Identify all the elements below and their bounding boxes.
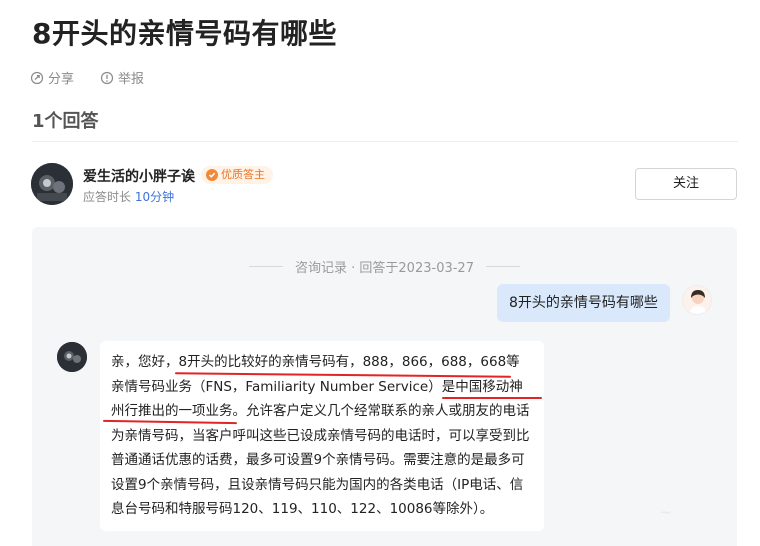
user-avatar <box>682 285 712 315</box>
record-rule-left <box>249 266 284 267</box>
avatar-image <box>31 163 73 205</box>
answerer-name[interactable]: 爱生活的小胖子诶 <box>83 166 195 186</box>
record-rule-right <box>485 266 520 267</box>
badge-label: 优质答主 <box>221 168 265 181</box>
answerer-chat-avatar <box>57 342 87 372</box>
share-button[interactable]: 分享 <box>30 68 74 87</box>
medal-icon <box>206 169 218 181</box>
answerer-chat-avatar-image <box>57 342 87 372</box>
report-label: 举报 <box>118 72 145 87</box>
annotation-underline-2 <box>442 397 542 399</box>
annotation-underline-1 <box>174 372 512 378</box>
consultation-record: 咨询记录 · 回答于2023-03-27 8开头的亲情号码有哪些 亲，您好，8开… <box>32 227 737 546</box>
report-button[interactable]: 举报 <box>100 68 144 87</box>
answer-message-bubble: 亲，您好，8开头的比较好的亲情号码有，888，866，688，668等亲情号码业… <box>100 341 544 531</box>
user-avatar-image <box>683 286 711 314</box>
answer-count: 1个回答 <box>32 111 99 132</box>
record-header: 咨询记录 · 回答于2023-03-27 <box>32 257 737 276</box>
share-label: 分享 <box>48 72 75 87</box>
page-title: 8开头的亲情号码有哪些 <box>32 17 337 50</box>
quality-badge: 优质答主 <box>201 166 273 184</box>
response-time: 应答时长 10分钟 <box>83 188 174 205</box>
follow-button[interactable]: 关注 <box>635 168 737 200</box>
divider <box>32 141 738 142</box>
user-message-bubble: 8开头的亲情号码有哪些 <box>497 284 670 322</box>
response-time-value: 10分钟 <box>134 190 175 204</box>
share-icon <box>30 71 44 84</box>
answer-greeting: 亲，您好， <box>111 354 179 370</box>
warning-icon <box>100 71 114 84</box>
answer-highlight-numbers: 8开头的比较好的亲情号码有，888，866，688，668 <box>178 354 507 370</box>
watermark-decoration: ~ <box>660 505 672 521</box>
avatar[interactable] <box>31 163 73 205</box>
question-actions: 分享 举报 <box>30 68 144 87</box>
annotation-underline-3 <box>102 419 238 425</box>
record-label: 咨询记录 · 回答于2023-03-27 <box>295 261 474 276</box>
response-time-prefix: 应答时长 <box>83 190 132 204</box>
